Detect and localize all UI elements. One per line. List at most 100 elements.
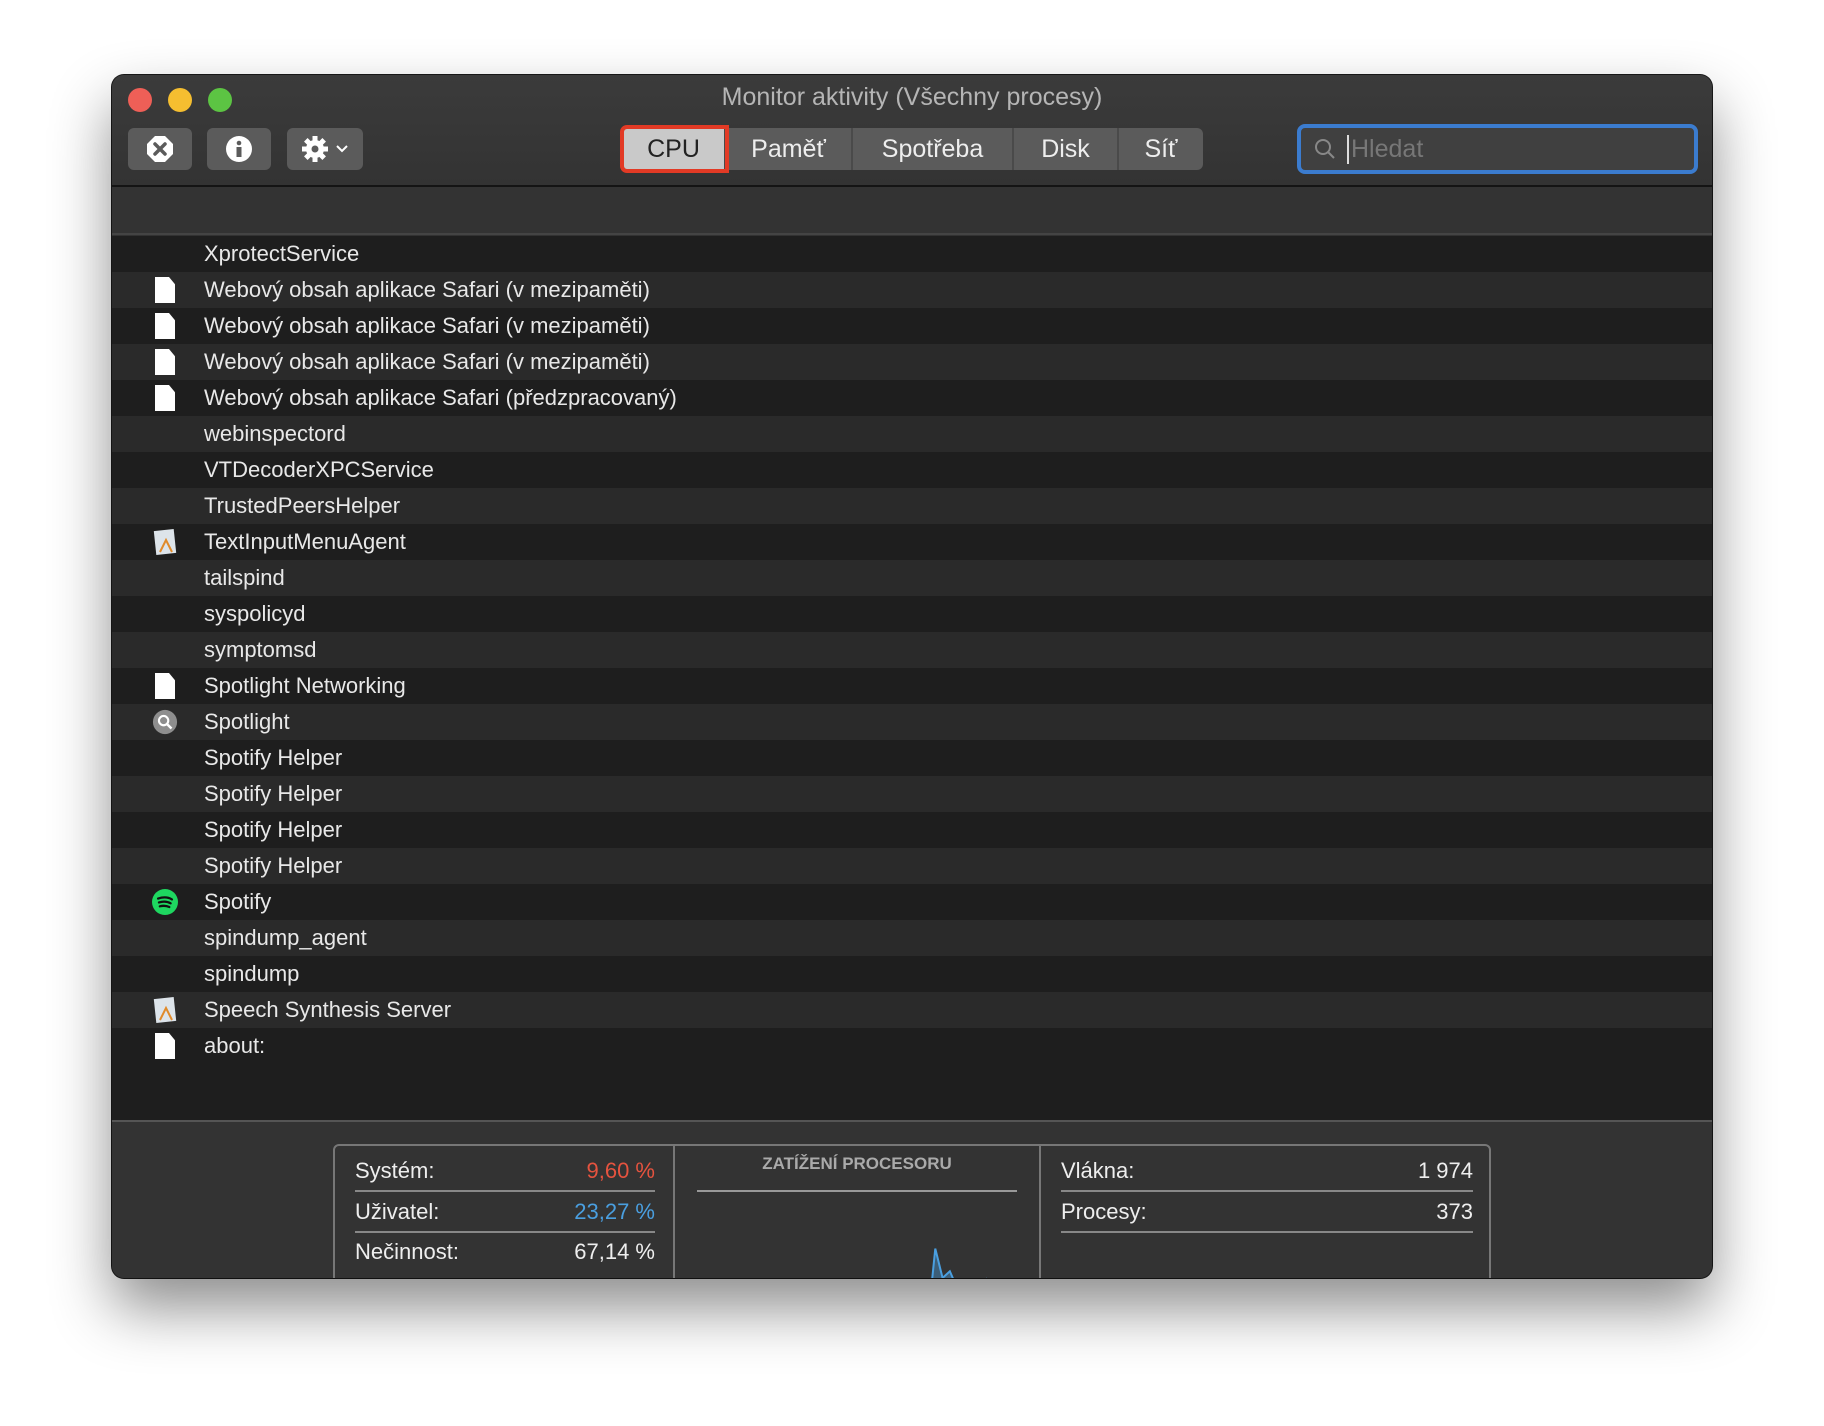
- app-generic-icon: [152, 528, 178, 556]
- process-row[interactable]: Spotlight: [112, 704, 1712, 740]
- process-name: Webový obsah aplikace Safari (předzpraco…: [204, 385, 677, 410]
- process-row[interactable]: symptomsd: [112, 632, 1712, 668]
- process-name: Webový obsah aplikace Safari (v mezipamě…: [204, 277, 650, 302]
- processes-row: Procesy: 373: [1061, 1193, 1473, 1233]
- spotlight-icon: [152, 708, 178, 736]
- process-name: spindump_agent: [204, 925, 367, 950]
- idle-row: Nečinnost: 67,14 %: [355, 1232, 655, 1272]
- process-row[interactable]: Webový obsah aplikace Safari (v mezipamě…: [112, 308, 1712, 344]
- process-name: syspolicyd: [204, 601, 306, 626]
- search-input[interactable]: [1347, 134, 1677, 164]
- process-name: Spotify: [204, 889, 272, 914]
- process-row[interactable]: Spotify Helper: [112, 740, 1712, 776]
- process-row[interactable]: Spotify Helper: [112, 776, 1712, 812]
- tab-energy[interactable]: Spotřeba: [853, 128, 1014, 170]
- document-icon: [152, 384, 178, 412]
- process-row[interactable]: Spotify: [112, 884, 1712, 920]
- threads-label: Vlákna:: [1061, 1158, 1135, 1183]
- process-row[interactable]: tailspind: [112, 560, 1712, 596]
- process-row[interactable]: Webový obsah aplikace Safari (v mezipamě…: [112, 344, 1712, 380]
- document-icon: [152, 1032, 178, 1060]
- search-icon: [1315, 139, 1335, 159]
- process-name: TrustedPeersHelper: [204, 493, 401, 518]
- process-row[interactable]: Webový obsah aplikace Safari (v mezipamě…: [112, 272, 1712, 308]
- process-row[interactable]: spindump_agent: [112, 920, 1712, 956]
- processes-label: Procesy:: [1061, 1199, 1147, 1224]
- process-name: Spotify Helper: [204, 781, 343, 806]
- column-header[interactable]: [112, 187, 1712, 235]
- process-row[interactable]: syspolicyd: [112, 596, 1712, 632]
- idle-label: Nečinnost:: [355, 1239, 459, 1264]
- tab-disk[interactable]: Disk: [1014, 128, 1119, 170]
- system-label: Systém:: [355, 1158, 435, 1183]
- x-octagon-icon: [147, 136, 173, 162]
- process-name: Spotify Helper: [204, 853, 343, 878]
- process-name: webinspectord: [204, 421, 346, 446]
- document-icon: [152, 276, 178, 304]
- cpu-load-chart: [931, 1248, 987, 1278]
- processes-value: 373: [1436, 1199, 1473, 1224]
- process-row[interactable]: Webový obsah aplikace Safari (předzpraco…: [112, 380, 1712, 416]
- stop-process-button[interactable]: [128, 128, 192, 170]
- gear-icon: [302, 136, 328, 162]
- toolbar: Monitor aktivity (Všechny procesy) CPU P…: [112, 75, 1712, 187]
- window-title: Monitor aktivity (Všechny procesy): [721, 83, 1103, 111]
- info-button[interactable]: [207, 128, 271, 170]
- process-name: Spotify Helper: [204, 817, 343, 842]
- chevron-down-icon: [336, 145, 348, 153]
- tab-memory[interactable]: Paměť: [726, 128, 853, 170]
- process-name: about:: [204, 1033, 266, 1058]
- info-icon: [226, 136, 252, 162]
- process-list[interactable]: XprotectService Webový obsah aplikace Saf…: [112, 236, 1712, 1120]
- actions-menu-button[interactable]: [287, 128, 363, 170]
- user-value: 23,27 %: [574, 1199, 655, 1224]
- process-row[interactable]: VTDecoderXPCService: [112, 452, 1712, 488]
- process-name: VTDecoderXPCService: [204, 457, 434, 482]
- process-name: XprotectService: [204, 241, 360, 266]
- process-row[interactable]: about:: [112, 1028, 1712, 1064]
- process-row[interactable]: webinspectord: [112, 416, 1712, 452]
- process-name: Webový obsah aplikace Safari (v mezipamě…: [204, 313, 650, 338]
- spotify-icon: [152, 888, 178, 916]
- document-icon: [152, 672, 178, 700]
- process-row[interactable]: Spotlight Networking: [112, 668, 1712, 704]
- process-row[interactable]: Spotify Helper: [112, 848, 1712, 884]
- process-row[interactable]: Speech Synthesis Server: [112, 992, 1712, 1028]
- user-row: Uživatel: 23,27 %: [355, 1193, 655, 1233]
- search-field[interactable]: [1297, 124, 1698, 174]
- process-name: Speech Synthesis Server: [204, 997, 452, 1022]
- app-generic-icon: [152, 996, 178, 1024]
- process-name: tailspind: [204, 565, 285, 590]
- process-row[interactable]: TrustedPeersHelper: [112, 488, 1712, 524]
- process-row[interactable]: Spotify Helper: [112, 812, 1712, 848]
- process-name: Spotlight: [204, 709, 290, 734]
- threads-value: 1 974: [1417, 1158, 1473, 1183]
- system-row: Systém: 9,60 %: [355, 1152, 655, 1192]
- user-line: [931, 1248, 987, 1278]
- threads-row: Vlákna: 1 974: [1061, 1152, 1473, 1192]
- cpu-summary-box: Systém: 9,60 % Uživatel: 23,27 % Nečinnost…: [333, 1144, 1491, 1278]
- process-name: spindump: [204, 961, 300, 986]
- chart-title: ZATÍŽENÍ PROCESORU: [697, 1154, 1017, 1192]
- system-value: 9,60 %: [586, 1158, 656, 1183]
- process-name: Spotify Helper: [204, 745, 343, 770]
- process-row[interactable]: TextInputMenuAgent: [112, 524, 1712, 560]
- tab-cpu[interactable]: CPU: [620, 125, 729, 173]
- threads-column: Vlákna: 1 974 Procesy: 373: [1041, 1146, 1491, 1278]
- tab-network[interactable]: Síť: [1119, 128, 1203, 170]
- cpu-usage-column: Systém: 9,60 % Uživatel: 23,27 % Nečinnost…: [335, 1146, 675, 1278]
- process-name: Spotlight Networking: [204, 673, 406, 698]
- user-label: Uživatel:: [355, 1199, 440, 1224]
- document-icon: [152, 348, 178, 376]
- process-row[interactable]: spindump: [112, 956, 1712, 992]
- cpu-summary-panel: Systém: 9,60 % Uživatel: 23,27 % Nečinnost…: [112, 1120, 1712, 1278]
- activity-monitor-window: Monitor aktivity (Všechny procesy) CPU P…: [112, 75, 1712, 1278]
- process-row[interactable]: XprotectService: [112, 236, 1712, 272]
- cpu-load-column: ZATÍŽENÍ PROCESORU: [675, 1146, 1041, 1278]
- user-area: [932, 1248, 953, 1278]
- view-tabs: CPU Paměť Spotřeba Disk Síť: [620, 125, 1203, 173]
- process-name: symptomsd: [204, 637, 317, 662]
- idle-value: 67,14 %: [574, 1239, 655, 1264]
- document-icon: [152, 312, 178, 340]
- process-name: Webový obsah aplikace Safari (v mezipamě…: [204, 349, 650, 374]
